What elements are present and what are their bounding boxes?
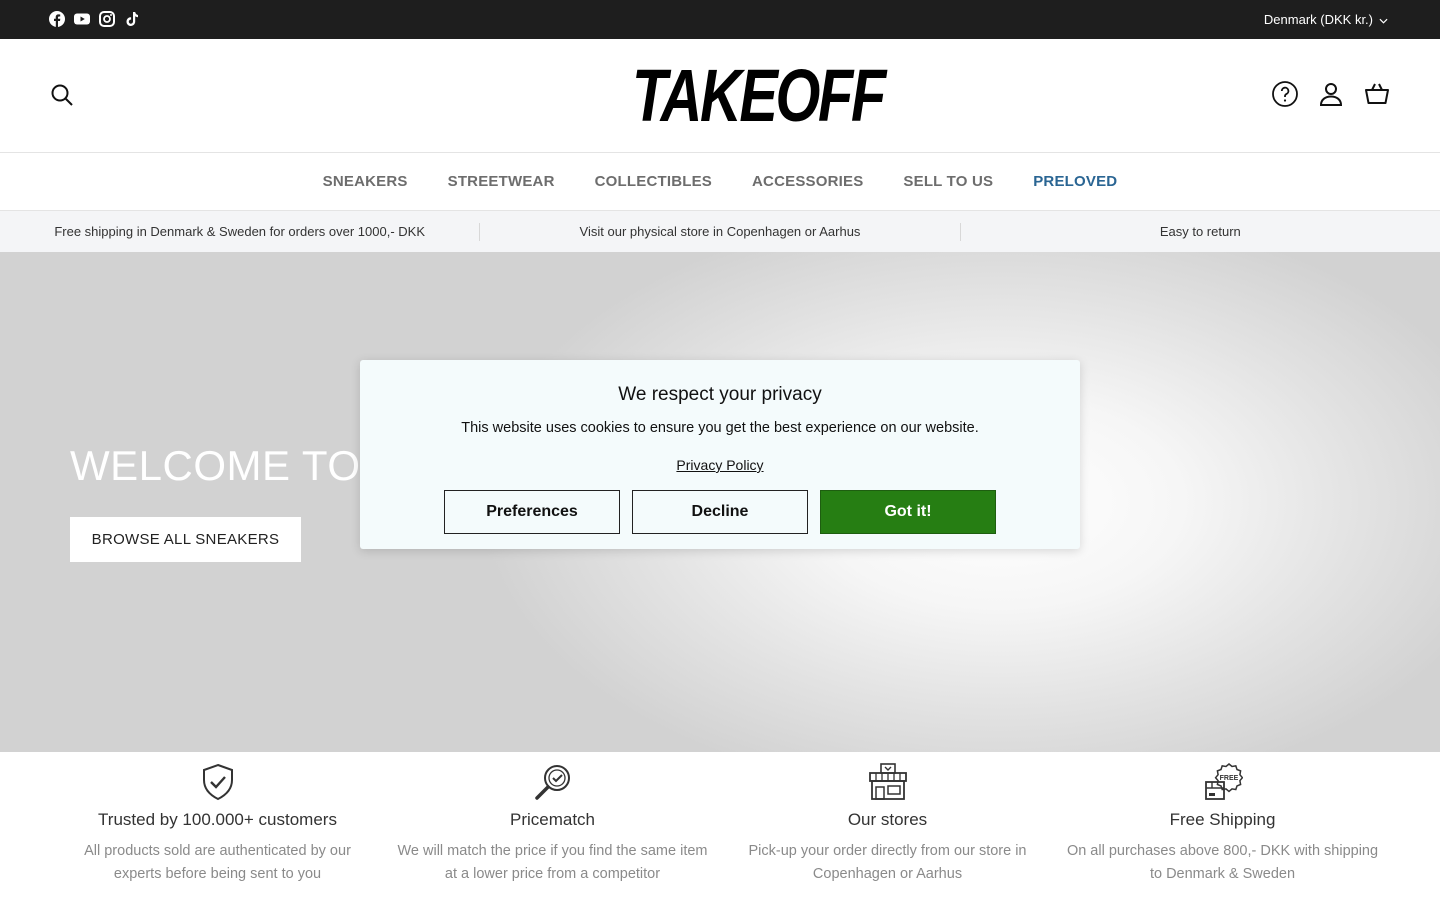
cookie-buttons: Preferences Decline Got it! [444,490,996,534]
feature-desc: Pick-up your order directly from our sto… [748,843,1027,882]
feature-title: Trusted by 100.000+ customers [98,810,337,829]
chevron-down-icon [1379,12,1388,27]
search-icon[interactable] [50,83,74,107]
logo[interactable]: TAKEOFF [632,54,886,137]
preferences-button[interactable]: Preferences [444,490,620,534]
top-bar: Denmark (DKK kr.) [0,0,1440,39]
cookie-title: We respect your privacy [618,384,822,405]
usp-bar: Free shipping in Denmark & Sweden for or… [0,211,1440,252]
nav-preloved[interactable]: PRELOVED [1033,173,1117,190]
svg-text:FREE: FREE [1219,775,1238,782]
nav-accessories[interactable]: ACCESSORIES [752,173,863,190]
features-row: Trusted by 100.000+ customers All produc… [0,752,1440,900]
feature-trusted: Trusted by 100.000+ customers All produc… [50,752,385,900]
site-header: TAKEOFF [0,39,1440,153]
usp-shipping: Free shipping in Denmark & Sweden for or… [0,222,481,241]
feature-free-shipping: FREE Free Shipping On all purchases abov… [1055,752,1390,900]
feature-desc: All products sold are authenticated by o… [84,843,351,882]
hero-title: WELCOME TO [70,442,361,489]
feature-title: Pricematch [509,810,596,829]
youtube-icon[interactable] [74,11,90,27]
feature-title: Free Shipping [1169,810,1276,829]
decline-button[interactable]: Decline [632,490,808,534]
feature-title: Our stores [847,810,928,829]
feature-stores: Our stores Pick-up your order directly f… [720,752,1055,900]
usp-store: Visit our physical store in Copenhagen o… [480,222,961,241]
usp-return: Easy to return [1159,223,1241,239]
tiktok-icon[interactable] [124,11,140,27]
accept-button[interactable]: Got it! [820,490,996,534]
feature-pricematch: Pricematch We will match the price if yo… [385,752,720,900]
account-icon[interactable] [1318,81,1344,109]
privacy-policy-link[interactable]: Privacy Policy [360,457,1080,473]
free-shipping-icon: FREE [1203,762,1243,802]
nav-collectibles[interactable]: COLLECTIBLES [595,173,712,190]
nav-sneakers[interactable]: SNEAKERS [323,173,408,190]
help-icon[interactable] [1272,81,1298,109]
cookie-text: This website uses cookies to ensure you … [461,420,979,436]
country-label: Denmark (DKK kr.) [1263,12,1373,27]
header-icons [1272,81,1390,109]
magnifier-check-icon [533,762,573,802]
country-selector[interactable]: Denmark (DKK kr.) [1264,12,1388,27]
cookie-consent-modal: We respect your privacy This website use… [360,360,1080,549]
feature-desc: On all purchases above 800,- DKK with sh… [1066,843,1379,882]
instagram-icon[interactable] [99,11,115,27]
store-icon [868,762,908,802]
facebook-icon[interactable] [49,11,65,27]
cart-icon[interactable] [1364,81,1390,109]
nav-sell-to-us[interactable]: SELL TO US [903,173,993,190]
feature-desc: We will match the price if you find the … [397,843,708,882]
shield-check-icon [198,762,238,802]
social-links [49,11,140,27]
main-nav: SNEAKERS STREETWEAR COLLECTIBLES ACCESSO… [0,153,1440,211]
logo-text: TAKEOFF [632,54,886,137]
browse-sneakers-button[interactable]: BROWSE ALL SNEAKERS [70,517,301,562]
nav-streetwear[interactable]: STREETWEAR [448,173,555,190]
